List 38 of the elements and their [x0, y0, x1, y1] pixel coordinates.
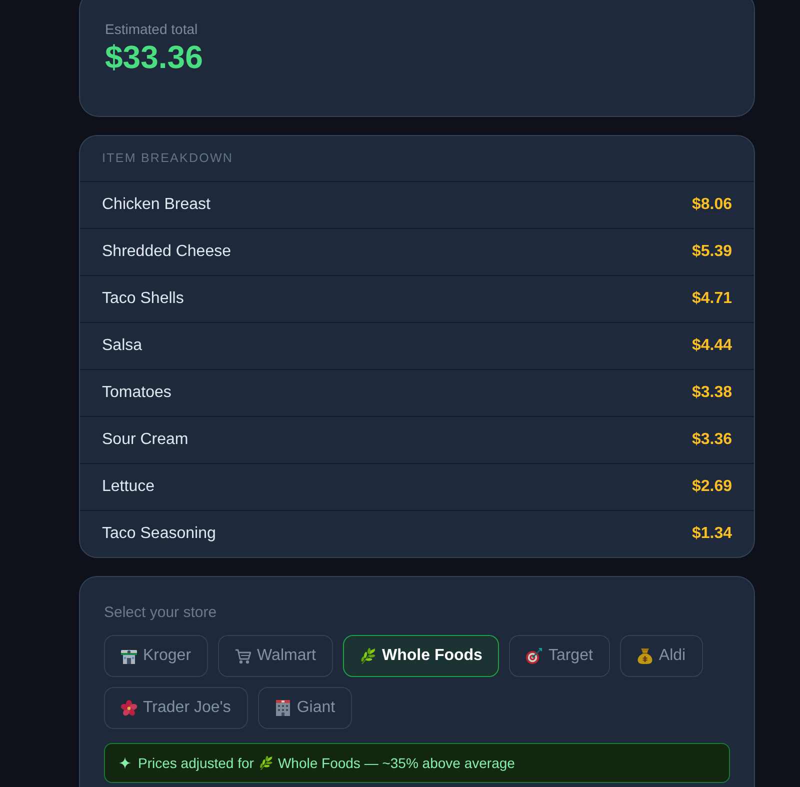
- item-price: $3.36: [692, 430, 732, 450]
- leaf-sprig-icon: [360, 648, 376, 664]
- item-name: Chicken Breast: [102, 195, 210, 215]
- leaf-sprig-icon: [258, 756, 273, 770]
- total-label: Estimated total: [105, 20, 198, 38]
- store-option-button[interactable]: Trader Joe's: [104, 687, 248, 729]
- item-price: $2.69: [692, 477, 732, 497]
- item-name: Shredded Cheese: [102, 242, 231, 262]
- money-bag-icon: [636, 648, 653, 664]
- store-option-button[interactable]: Whole Foods: [343, 635, 500, 677]
- sparkle-icon: [119, 757, 131, 769]
- dartboard-icon: [526, 648, 542, 664]
- convenience-store-icon: [121, 648, 137, 664]
- item-name: Sour Cream: [102, 430, 188, 450]
- store-option-button[interactable]: Aldi: [620, 635, 703, 677]
- item-price: $5.39: [692, 242, 732, 262]
- item-price: $4.71: [692, 289, 732, 309]
- item-price: $4.44: [692, 336, 732, 356]
- item-name: Salsa: [102, 336, 142, 356]
- store-option-button[interactable]: Walmart: [218, 635, 333, 677]
- flower-icon: [121, 700, 137, 716]
- breakdown-title: ITEM BREAKDOWN: [102, 150, 234, 168]
- store-option-button[interactable]: Kroger: [104, 635, 208, 677]
- notice-store-text: Whole Foods — ~35% above average: [278, 754, 515, 773]
- item-price: $8.06: [692, 195, 732, 215]
- store-option-button[interactable]: Giant: [258, 687, 352, 729]
- total-amount: $33.36: [105, 38, 203, 76]
- item-price: $3.38: [692, 383, 732, 403]
- store-picker-label: Select your store: [104, 603, 217, 623]
- item-name: Taco Shells: [102, 289, 184, 309]
- notice-text: Prices adjusted for: [138, 754, 254, 773]
- item-name: Taco Seasoning: [102, 524, 216, 544]
- item-name: Lettuce: [102, 477, 154, 497]
- shopping-cart-icon: [235, 648, 252, 664]
- store-option-button[interactable]: Target: [509, 635, 610, 677]
- item-name: Tomatoes: [102, 383, 172, 403]
- item-price: $1.34: [692, 524, 732, 544]
- office-building-icon: [274, 700, 291, 716]
